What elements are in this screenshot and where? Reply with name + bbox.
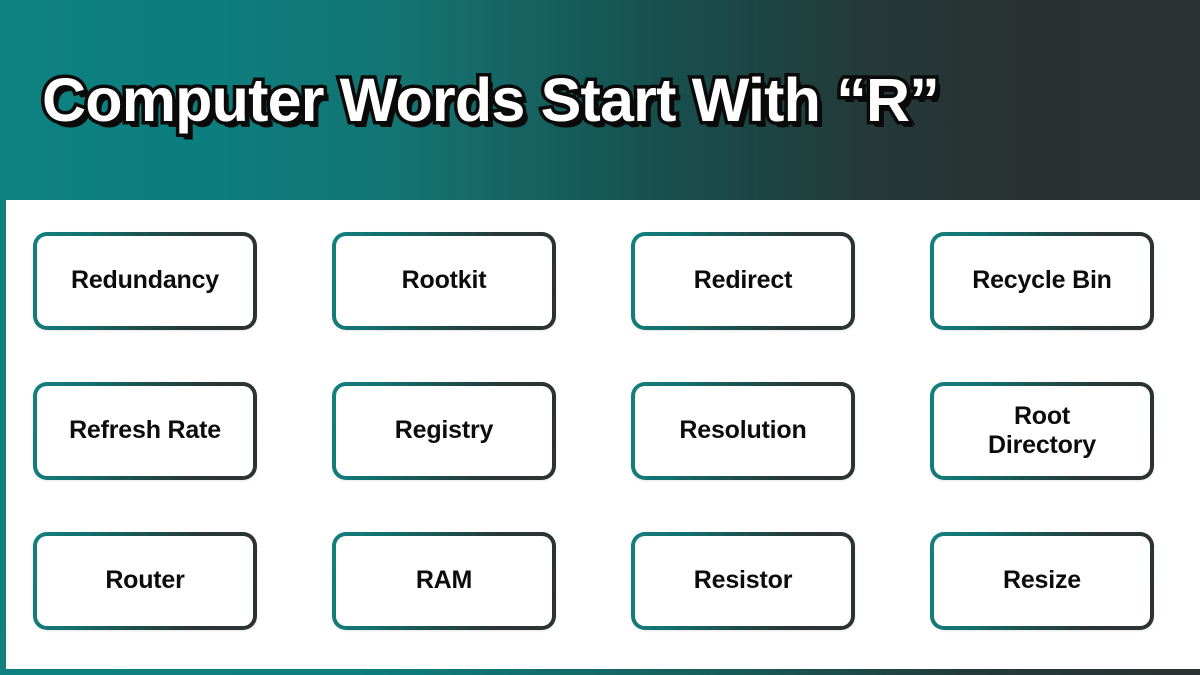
word-label: Redundancy: [70, 266, 220, 295]
left-accent-border: [0, 200, 6, 675]
word-label: RAM: [415, 566, 473, 595]
word-box[interactable]: Registry: [332, 382, 556, 480]
word-label: Redirect: [693, 266, 793, 295]
word-label: Refresh Rate: [69, 416, 221, 445]
word-box[interactable]: Redirect: [631, 232, 855, 330]
word-label: Resistor: [693, 566, 793, 595]
word-box[interactable]: Refresh Rate: [33, 382, 257, 480]
word-box[interactable]: Resize: [930, 532, 1154, 630]
word-label: Router: [105, 566, 185, 595]
word-box[interactable]: RAM: [332, 532, 556, 630]
content-area: Redundancy Rootkit Redirect Recycle Bin …: [0, 200, 1200, 675]
word-label: Recycle Bin: [972, 266, 1112, 295]
header-banner: Computer Words Start With “R”: [0, 0, 1200, 200]
word-box[interactable]: Resolution: [631, 382, 855, 480]
word-label: Resize: [1002, 566, 1081, 595]
word-box[interactable]: Rootkit: [332, 232, 556, 330]
word-label: Resolution: [679, 416, 807, 445]
bottom-accent-border: [0, 669, 1200, 675]
word-box[interactable]: Root Directory: [930, 382, 1154, 480]
word-box[interactable]: Redundancy: [33, 232, 257, 330]
page-title: Computer Words Start With “R”: [39, 65, 944, 134]
word-label: Registry: [394, 416, 494, 445]
word-box[interactable]: Router: [33, 532, 257, 630]
word-label: Rootkit: [401, 266, 487, 295]
poster: Computer Words Start With “R” Redundancy…: [0, 0, 1200, 675]
word-label: Root Directory: [988, 401, 1096, 460]
word-box[interactable]: Recycle Bin: [930, 232, 1154, 330]
word-box[interactable]: Resistor: [631, 532, 855, 630]
word-grid: Redundancy Rootkit Redirect Recycle Bin …: [33, 232, 1155, 630]
